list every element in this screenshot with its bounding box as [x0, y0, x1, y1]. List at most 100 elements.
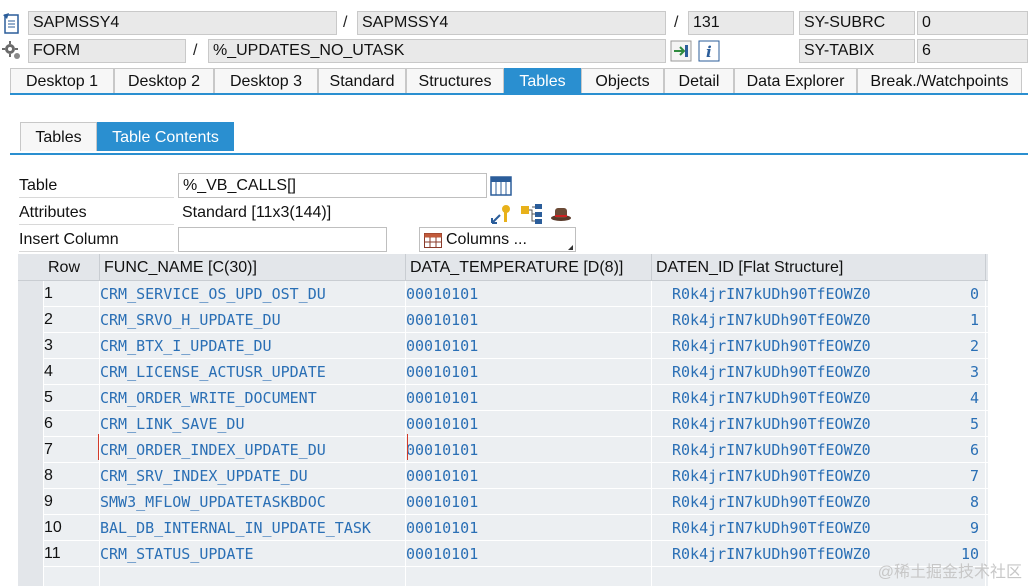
hierarchy-icon[interactable]: [520, 203, 544, 225]
daten-id-cell[interactable]: R0k4jrIN7kUDh90TfEOWZ0 1: [652, 307, 986, 333]
row-selector[interactable]: [18, 437, 44, 463]
data-temperature-cell[interactable]: 00010101: [406, 359, 652, 385]
subtab-table-contents[interactable]: Table Contents: [97, 122, 234, 151]
func-name-cell[interactable]: CRM_SRVO_H_UPDATE_DU: [100, 307, 406, 333]
func-name-cell[interactable]: CRM_STATUS_UPDATE: [100, 541, 406, 567]
header-data-temperature[interactable]: DATA_TEMPERATURE [D(8)]: [406, 254, 652, 281]
table-row[interactable]: 5 CRM_ORDER_WRITE_DOCUMENT 00010101 R0k4jrI…: [18, 385, 988, 411]
row-selector[interactable]: [18, 333, 44, 359]
row-selector[interactable]: [18, 541, 44, 567]
table-row[interactable]: 4 CRM_LICENSE_ACTUSR_UPDATE 00010101 R0k4jr…: [18, 359, 988, 385]
tab-objects[interactable]: Objects: [581, 68, 664, 93]
tab-standard[interactable]: Standard: [318, 68, 406, 93]
keys-icon[interactable]: [490, 203, 514, 225]
daten-id-cell[interactable]: R0k4jrIN7kUDh90TfEOWZ0 3: [652, 359, 986, 385]
func-name-cell[interactable]: BAL_DB_INTERNAL_IN_UPDATE_TASK: [100, 515, 406, 541]
func-name-cell[interactable]: CRM_LICENSE_ACTUSR_UPDATE: [100, 359, 406, 385]
tab-tables[interactable]: Tables: [504, 68, 581, 93]
data-temperature-cell[interactable]: 00010101: [406, 541, 652, 567]
main-tabbar: Desktop 1 Desktop 2 Desktop 3 Standard S…: [10, 68, 1028, 95]
separator: /: [343, 14, 348, 31]
func-name-cell[interactable]: CRM_BTX_I_UPDATE_DU: [100, 333, 406, 359]
row-selector[interactable]: [18, 489, 44, 515]
data-temperature-cell[interactable]: 00010101: [406, 463, 652, 489]
table-view-icon[interactable]: [490, 176, 512, 196]
daten-id-cell[interactable]: R0k4jrIN7kUDh90TfEOWZ0 8: [652, 489, 986, 515]
data-temperature-cell[interactable]: 00010101: [406, 281, 652, 307]
row-selector[interactable]: [18, 411, 44, 437]
daten-id-value: R0k4jrIN7kUDh90TfEOWZ0: [672, 363, 871, 381]
daten-id-value: R0k4jrIN7kUDh90TfEOWZ0: [672, 311, 871, 329]
subtab-tables[interactable]: Tables: [20, 122, 97, 151]
cell-selection-marker: [98, 434, 408, 460]
daten-id-index: 8: [969, 493, 979, 511]
daten-id-value: R0k4jrIN7kUDh90TfEOWZ0: [672, 467, 871, 485]
header-func-name[interactable]: FUNC_NAME [C(30)]: [100, 254, 406, 281]
gear-icon[interactable]: [2, 41, 22, 61]
program-field-1: SAPMSSY4: [28, 11, 337, 35]
daten-id-cell[interactable]: R0k4jrIN7kUDh90TfEOWZ0 0: [652, 281, 986, 307]
func-name-cell[interactable]: CRM_SERVICE_OS_UPD_OST_DU: [100, 281, 406, 307]
sy-tabix-value: 6: [917, 39, 1028, 63]
daten-id-cell[interactable]: R0k4jrIN7kUDh90TfEOWZ0 7: [652, 463, 986, 489]
tab-detail[interactable]: Detail: [664, 68, 734, 93]
table-row[interactable]: 11 CRM_STATUS_UPDATE 00010101 R0k4jrIN7kUDh…: [18, 541, 988, 567]
data-temperature-cell[interactable]: 00010101: [406, 515, 652, 541]
daten-id-cell[interactable]: R0k4jrIN7kUDh90TfEOWZ0 4: [652, 385, 986, 411]
tab-break-watchpoints[interactable]: Break./Watchpoints: [857, 68, 1022, 93]
row-selector[interactable]: [18, 385, 44, 411]
func-name-cell[interactable]: CRM_ORDER_WRITE_DOCUMENT: [100, 385, 406, 411]
row-number: 4: [44, 359, 100, 385]
daten-id-cell[interactable]: R0k4jrIN7kUDh90TfEOWZ0 5: [652, 411, 986, 437]
row-selector[interactable]: [18, 515, 44, 541]
daten-id-value: R0k4jrIN7kUDh90TfEOWZ0: [672, 415, 871, 433]
header-row[interactable]: Row: [44, 254, 100, 281]
data-temperature-cell[interactable]: 00010101: [406, 307, 652, 333]
daten-id-cell[interactable]: R0k4jrIN7kUDh90TfEOWZ0 9: [652, 515, 986, 541]
data-temperature-cell[interactable]: 00010101: [406, 437, 652, 463]
row-selector[interactable]: [18, 359, 44, 385]
table-row[interactable]: 1 CRM_SERVICE_OS_UPD_OST_DU 00010101 R0k4jr…: [18, 281, 988, 307]
insert-column-input[interactable]: [178, 227, 387, 252]
daten-id-value: R0k4jrIN7kUDh90TfEOWZ0: [672, 545, 871, 563]
row-number: 9: [44, 489, 100, 515]
navigate-icon[interactable]: [670, 40, 692, 62]
daten-id-index: 7: [969, 467, 979, 485]
data-temperature-cell[interactable]: 00010101: [406, 385, 652, 411]
tab-desktop-1[interactable]: Desktop 1: [10, 68, 114, 93]
tab-structures[interactable]: Structures: [406, 68, 504, 93]
func-name-cell[interactable]: CRM_SRV_INDEX_UPDATE_DU: [100, 463, 406, 489]
table-row[interactable]: 3 CRM_BTX_I_UPDATE_DU 00010101 R0k4jrIN7kUD…: [18, 333, 988, 359]
row-selector[interactable]: [18, 307, 44, 333]
row-number: 10: [44, 515, 100, 541]
header-daten-id[interactable]: DATEN_ID [Flat Structure]: [652, 254, 986, 281]
hat-icon[interactable]: [550, 204, 572, 224]
daten-id-cell[interactable]: R0k4jrIN7kUDh90TfEOWZ0 2: [652, 333, 986, 359]
attributes-value: Standard [11x3(144)]: [182, 204, 332, 221]
row-selector[interactable]: [18, 281, 44, 307]
daten-id-cell[interactable]: R0k4jrIN7kUDh90TfEOWZ0 6: [652, 437, 986, 463]
table-row[interactable]: 8 CRM_SRV_INDEX_UPDATE_DU 00010101 R0k4jrIN…: [18, 463, 988, 489]
table-row[interactable]: 9 SMW3_MFLOW_UPDATETASKBDOC 00010101 R0k4jr…: [18, 489, 988, 515]
daten-id-value: R0k4jrIN7kUDh90TfEOWZ0: [672, 337, 871, 355]
data-temperature-cell[interactable]: 00010101: [406, 411, 652, 437]
tab-data-explorer[interactable]: Data Explorer: [734, 68, 857, 93]
attributes-label: Attributes: [19, 201, 174, 225]
info-icon[interactable]: i: [698, 40, 720, 62]
row-number: 6: [44, 411, 100, 437]
sy-subrc-label: SY-SUBRC: [799, 11, 915, 35]
document-icon[interactable]: [2, 13, 20, 35]
func-name-cell[interactable]: SMW3_MFLOW_UPDATETASKBDOC: [100, 489, 406, 515]
columns-button[interactable]: Columns ...: [419, 227, 576, 252]
tab-desktop-2[interactable]: Desktop 2: [114, 68, 214, 93]
row-selector[interactable]: [18, 463, 44, 489]
table-row[interactable]: 10 BAL_DB_INTERNAL_IN_UPDATE_TASK 00010101…: [18, 515, 988, 541]
data-temperature-cell[interactable]: 00010101: [406, 489, 652, 515]
tab-desktop-3[interactable]: Desktop 3: [214, 68, 318, 93]
daten-id-index: 9: [969, 519, 979, 537]
dropdown-corner-icon: [568, 245, 573, 250]
data-temperature-cell[interactable]: 00010101: [406, 333, 652, 359]
daten-id-index: 5: [969, 415, 979, 433]
table-row[interactable]: 2 CRM_SRVO_H_UPDATE_DU 00010101 R0k4jrIN7kU…: [18, 307, 988, 333]
table-input[interactable]: %_VB_CALLS[]: [178, 173, 487, 198]
